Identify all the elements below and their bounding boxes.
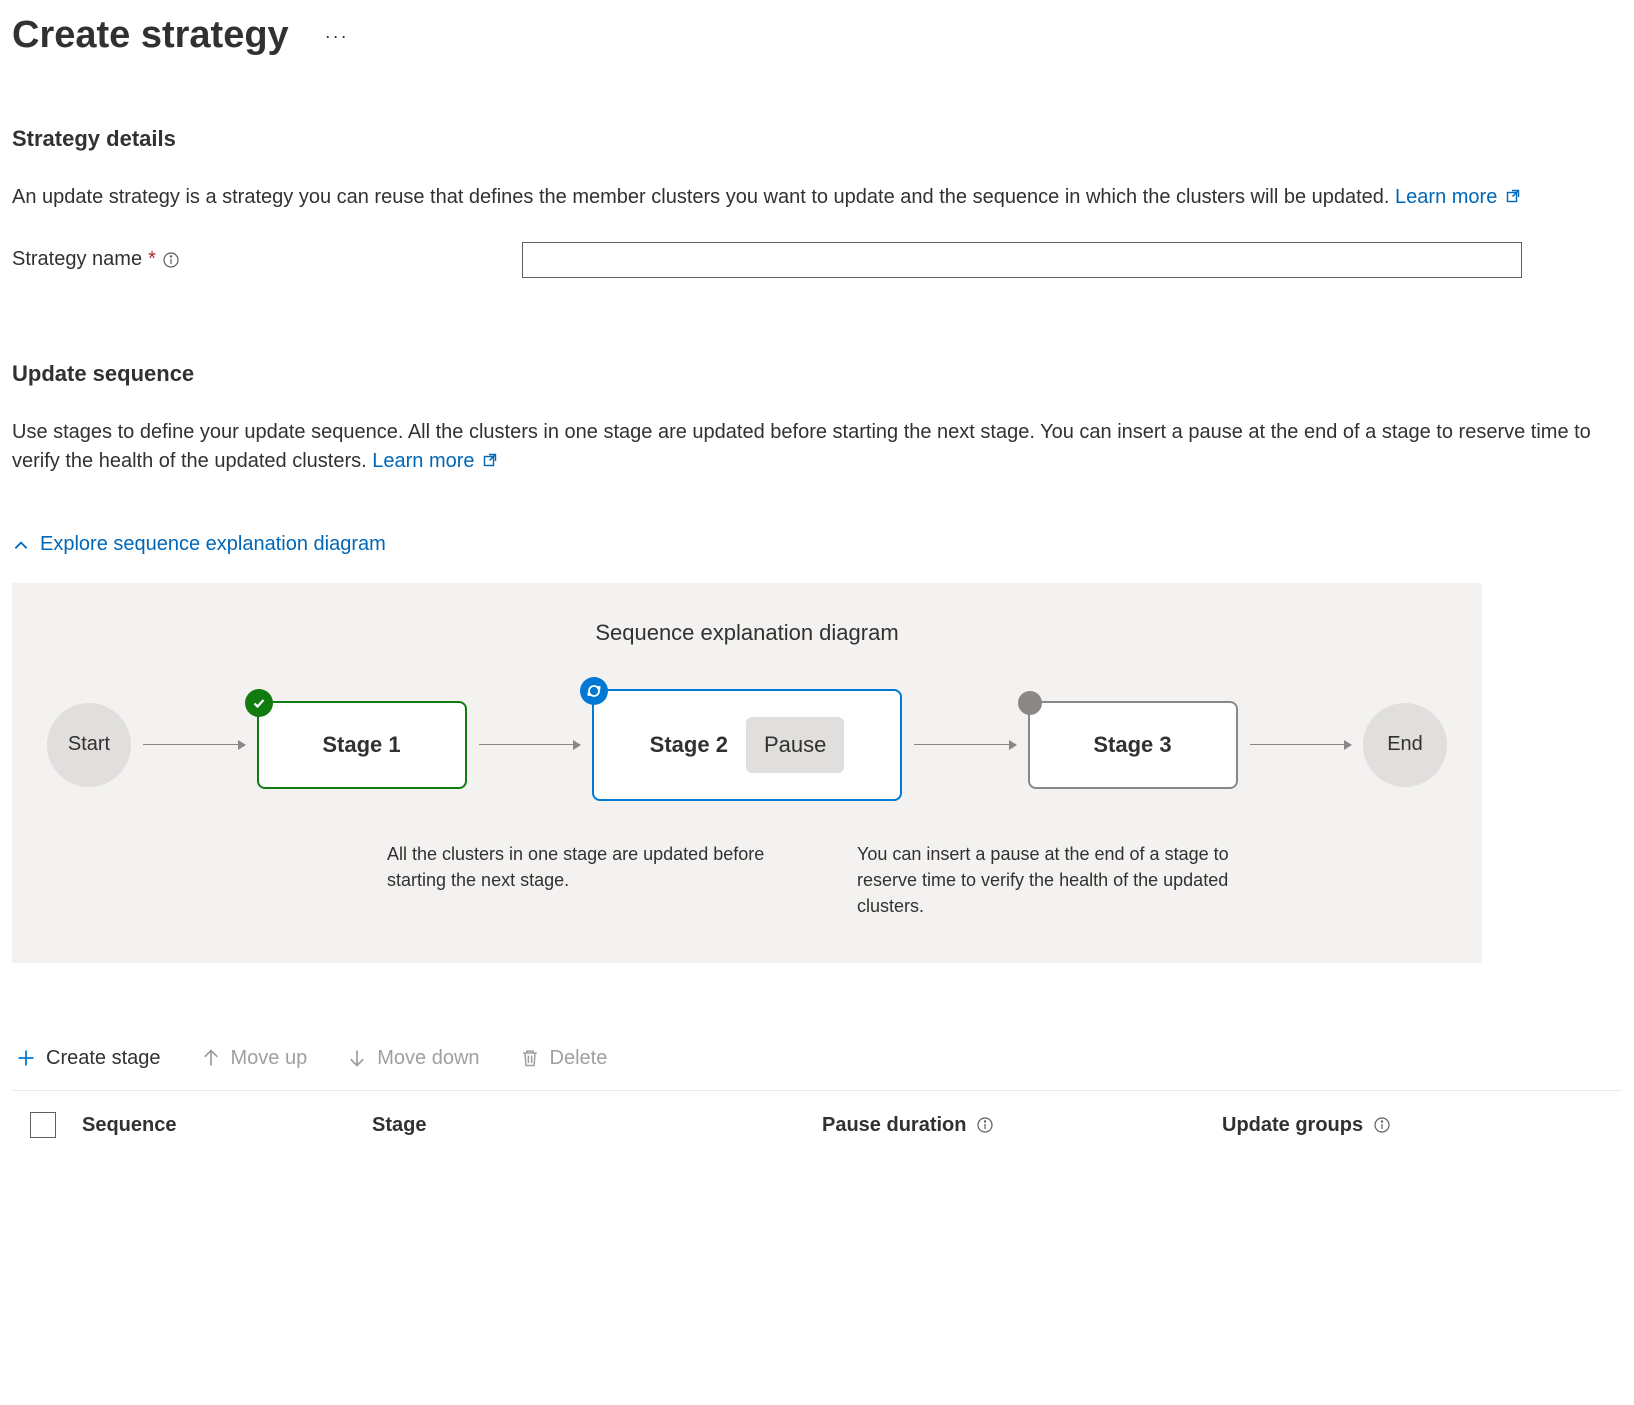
create-stage-button[interactable]: Create stage [12,1041,165,1076]
diagram-title: Sequence explanation diagram [42,617,1452,649]
info-icon[interactable] [162,251,180,269]
column-update-groups[interactable]: Update groups [1222,1111,1622,1140]
diagram-stage3-label: Stage 3 [1093,729,1171,761]
column-pause-duration[interactable]: Pause duration [822,1111,1222,1140]
update-sequence-description: Use stages to define your update sequenc… [12,418,1612,476]
diagram-note1: All the clusters in one stage are update… [387,841,777,919]
plus-icon [16,1048,36,1068]
strategy-details-description: An update strategy is a strategy you can… [12,183,1612,212]
move-down-button[interactable]: Move down [343,1041,483,1076]
column-stage[interactable]: Stage [372,1111,822,1140]
move-down-label: Move down [377,1047,479,1070]
external-link-icon [482,448,498,464]
external-link-icon [1505,184,1521,200]
sequence-diagram: Sequence explanation diagram Start Stage… [12,583,1482,963]
diagram-start-node: Start [47,703,131,787]
arrow-icon [479,744,581,745]
column-pause-label: Pause duration [822,1111,966,1140]
info-icon[interactable] [1373,1116,1391,1134]
diagram-stage2-label: Stage 2 [650,729,728,761]
diagram-end-node: End [1363,703,1447,787]
explore-diagram-label: Explore sequence explanation diagram [40,530,386,559]
info-icon[interactable] [976,1116,994,1134]
trash-icon [520,1048,540,1068]
arrow-icon [1250,744,1352,745]
checkmark-icon [245,689,273,717]
strategy-name-input[interactable] [522,242,1522,278]
strategy-name-label: Strategy name * [12,245,522,274]
arrow-icon [914,744,1016,745]
create-stage-label: Create stage [46,1047,161,1070]
chevron-up-icon [12,535,30,553]
move-up-button[interactable]: Move up [197,1041,312,1076]
strategy-details-heading: Strategy details [12,123,1622,155]
column-sequence[interactable]: Sequence [82,1111,372,1140]
update-sequence-text: Use stages to define your update sequenc… [12,421,1591,472]
learn-more-sequence-link[interactable]: Learn more [372,450,498,472]
page-title: Create strategy [12,8,289,63]
delete-button[interactable]: Delete [516,1041,612,1076]
strategy-name-label-text: Strategy name [12,245,142,274]
sync-icon [580,677,608,705]
diagram-pause-chip: Pause [746,717,844,773]
arrow-up-icon [201,1048,221,1068]
learn-more-details-text: Learn more [1395,186,1497,208]
required-asterisk: * [148,245,156,274]
move-up-label: Move up [231,1047,308,1070]
learn-more-details-link[interactable]: Learn more [1395,186,1521,208]
diagram-stage3-card: Stage 3 [1028,701,1238,789]
learn-more-sequence-text: Learn more [372,450,474,472]
arrow-down-icon [347,1048,367,1068]
explore-diagram-expander[interactable]: Explore sequence explanation diagram [12,530,386,559]
update-sequence-heading: Update sequence [12,358,1622,390]
more-icon[interactable]: ··· [319,21,355,51]
strategy-details-text: An update strategy is a strategy you can… [12,186,1389,208]
dot-icon [1018,691,1042,715]
column-groups-label: Update groups [1222,1111,1363,1140]
arrow-icon [143,744,245,745]
diagram-stage1-label: Stage 1 [322,729,400,761]
diagram-stage1-card: Stage 1 [257,701,467,789]
stages-table-header: Sequence Stage Pause duration Update gro… [12,1091,1622,1148]
diagram-note2: You can insert a pause at the end of a s… [857,841,1247,919]
stage-toolbar: Create stage Move up Move down Delete [12,1041,1622,1091]
delete-label: Delete [550,1047,608,1070]
select-all-checkbox[interactable] [30,1112,56,1138]
diagram-stage2-card: Stage 2 Pause [592,689,902,801]
